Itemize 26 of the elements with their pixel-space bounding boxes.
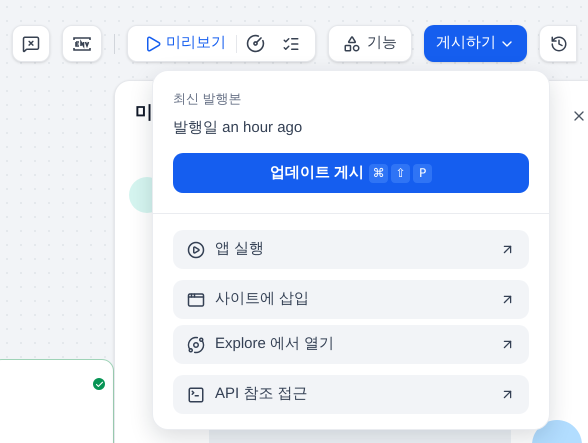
success-icon xyxy=(93,378,105,390)
shortcut-key: ⇧ xyxy=(391,164,410,182)
variable-chat-button[interactable] xyxy=(12,25,50,62)
terminal-icon xyxy=(187,386,205,404)
update-publish-button[interactable]: 업데이트 게시 ⌘ ⇧ P xyxy=(173,153,529,193)
menu-item[interactable]: Explore 에서 열기 xyxy=(173,325,529,364)
play-circle-icon xyxy=(187,240,205,258)
menu-heading: 최신 발행본 xyxy=(173,90,243,108)
shortcut-key: ⌘ xyxy=(369,164,388,182)
menu-item[interactable]: API 참조 접근 xyxy=(173,375,529,414)
play-icon xyxy=(144,34,162,52)
env-button[interactable] xyxy=(62,25,102,62)
shapes-icon xyxy=(343,34,361,52)
shortcut-key: P xyxy=(413,164,432,182)
env-icon xyxy=(72,36,92,52)
planet-icon xyxy=(187,336,205,354)
published-time: 발행일 an hour ago xyxy=(173,118,304,138)
publish-button[interactable]: 게시하기 xyxy=(424,25,527,62)
history-icon xyxy=(550,34,568,52)
menu-item[interactable]: 사이트에 삽입 xyxy=(173,280,529,319)
preview-button[interactable]: 미리보기 xyxy=(134,28,236,58)
menu-item[interactable]: 앱 실행 xyxy=(173,230,529,269)
history-button[interactable] xyxy=(539,25,577,62)
chat-x-icon xyxy=(22,34,40,52)
features-button[interactable]: 기능 xyxy=(328,25,412,62)
panel-title: 미 xyxy=(135,101,153,124)
